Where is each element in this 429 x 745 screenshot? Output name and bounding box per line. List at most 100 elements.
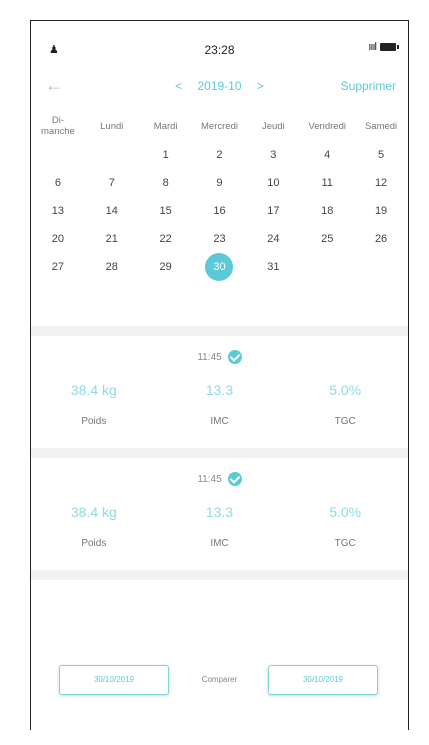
weekday-label: Vendredi xyxy=(308,120,346,132)
fat-value: 5.0% xyxy=(329,382,362,398)
bmi-metric: 13.3 IMC xyxy=(157,504,283,549)
weight-metric: 38.4 kg Poids xyxy=(31,382,157,427)
entry-time: 11:45 xyxy=(197,473,222,485)
fat-metric: 5.0% TGC xyxy=(282,504,408,549)
weekday-header: Di- manche Lundi Mardi Mercredi Jeudi Ve… xyxy=(31,111,408,141)
bmi-value: 13.3 xyxy=(205,382,234,398)
calendar-day[interactable]: 3 xyxy=(246,141,300,169)
calendar-week-row: 20 21 22 23 24 25 26 xyxy=(31,225,408,253)
prev-month-button[interactable]: < xyxy=(175,79,182,93)
day-number: 13 xyxy=(51,205,65,217)
day-number: 19 xyxy=(374,205,388,217)
measurement-entry[interactable]: 11:45 38.4 kg Poids 13.3 IMC 5.0% TGC xyxy=(31,458,408,568)
calendar-day[interactable]: 31 xyxy=(246,253,300,281)
top-nav: ← < 2019-10 > Supprimer xyxy=(31,71,408,99)
calendar-day[interactable]: 4 xyxy=(300,141,354,169)
weight-value: 38.4 kg xyxy=(70,382,117,398)
day-number: 21 xyxy=(105,233,118,245)
day-number: 22 xyxy=(159,233,172,245)
day-number: 28 xyxy=(105,261,118,273)
entry-time-row: 11:45 xyxy=(31,350,408,364)
calendar-empty-cell xyxy=(31,141,85,169)
calendar-day[interactable]: 28 xyxy=(85,253,139,281)
calendar-day[interactable]: 6 xyxy=(31,169,85,197)
day-number: 25 xyxy=(321,233,334,245)
day-number: 3 xyxy=(270,149,277,161)
fat-value: 5.0% xyxy=(329,504,362,520)
selected-day: 30 xyxy=(205,253,234,281)
calendar-day[interactable]: 22 xyxy=(139,225,193,253)
calendar-day[interactable]: 15 xyxy=(139,197,193,225)
day-number: 2 xyxy=(216,149,223,161)
weekday-label: Di- manche xyxy=(41,115,75,137)
divider xyxy=(31,326,408,336)
calendar-day[interactable]: 23 xyxy=(193,225,247,253)
measurement-entry[interactable]: 11:45 38.4 kg Poids 13.3 IMC 5.0% TGC xyxy=(31,336,408,446)
bmi-value: 13.3 xyxy=(205,504,234,520)
calendar-day[interactable]: 14 xyxy=(85,197,139,225)
calendar-day[interactable]: 20 xyxy=(31,225,85,253)
calendar-day[interactable]: 21 xyxy=(85,225,139,253)
day-number: 29 xyxy=(159,261,172,273)
calendar-day[interactable]: 27 xyxy=(31,253,85,281)
calendar-day[interactable]: 17 xyxy=(246,197,300,225)
day-number: 4 xyxy=(324,149,331,161)
entry-metrics: 38.4 kg Poids 13.3 IMC 5.0% TGC xyxy=(31,382,408,427)
calendar-day[interactable]: 9 xyxy=(193,169,247,197)
calendar-day[interactable]: 11 xyxy=(300,169,354,197)
status-icons: ıııl xyxy=(368,41,399,53)
check-icon xyxy=(227,472,242,486)
divider xyxy=(31,448,408,458)
calendar-day[interactable]: 1 xyxy=(139,141,193,169)
compare-bar: 30/10/2019 Comparer 30/10/2019 xyxy=(31,665,408,705)
day-number: 8 xyxy=(162,177,169,189)
calendar-day[interactable]: 29 xyxy=(139,253,193,281)
calendar-day[interactable]: 24 xyxy=(246,225,300,253)
delete-button[interactable]: Supprimer xyxy=(341,79,396,93)
status-bar: ♟ 23:28 ıııl xyxy=(31,21,408,61)
calendar-day[interactable]: 5 xyxy=(354,141,408,169)
day-number: 24 xyxy=(267,233,280,245)
compare-to-date-button[interactable]: 30/10/2019 xyxy=(268,665,378,695)
weekday-label: Jeudi xyxy=(261,120,285,132)
weight-label: Poids xyxy=(81,416,107,427)
weight-value: 38.4 kg xyxy=(70,504,117,520)
calendar-grid: 1 2 3 4 5 6 7 8 9 10 11 12 13 14 15 16 17 18 19 20 21 22 23 24 2… xyxy=(31,141,408,281)
calendar-empty-cell xyxy=(85,141,139,169)
bmi-metric: 13.3 IMC xyxy=(157,382,283,427)
calendar-day[interactable]: 12 xyxy=(354,169,408,197)
calendar-day[interactable]: 19 xyxy=(354,197,408,225)
weight-label: Poids xyxy=(81,538,107,549)
calendar-day[interactable]: 25 xyxy=(300,225,354,253)
divider xyxy=(31,570,408,580)
day-number: 26 xyxy=(374,233,388,245)
next-month-button[interactable]: > xyxy=(257,79,264,93)
day-number: 31 xyxy=(267,261,280,273)
calendar-day[interactable]: 8 xyxy=(139,169,193,197)
calendar-day[interactable]: 10 xyxy=(246,169,300,197)
status-time: 23:28 xyxy=(204,43,235,57)
day-number: 9 xyxy=(216,177,223,189)
day-number: 15 xyxy=(159,205,172,217)
day-number: 17 xyxy=(267,205,280,217)
entry-time: 11:45 xyxy=(197,351,222,363)
calendar-day[interactable]: 7 xyxy=(85,169,139,197)
entry-time-row: 11:45 xyxy=(31,472,408,486)
day-number: 12 xyxy=(374,177,388,189)
app-frame: ♟ 23:28 ıııl ← < 2019-10 > Supprimer Di-… xyxy=(30,20,409,730)
calendar-day[interactable]: 13 xyxy=(31,197,85,225)
calendar-day[interactable]: 2 xyxy=(193,141,247,169)
day-number: 23 xyxy=(213,233,226,245)
weekday-label: Mardi xyxy=(153,120,178,132)
day-number: 5 xyxy=(378,149,385,161)
day-number: 1 xyxy=(162,149,169,161)
calendar: Di- manche Lundi Mardi Mercredi Jeudi Ve… xyxy=(31,111,408,281)
calendar-day[interactable]: 18 xyxy=(300,197,354,225)
day-number: 20 xyxy=(51,233,65,245)
bmi-label: IMC xyxy=(210,538,229,549)
calendar-day[interactable]: 30 xyxy=(193,253,247,281)
entry-metrics: 38.4 kg Poids 13.3 IMC 5.0% TGC xyxy=(31,504,408,549)
calendar-day[interactable]: 26 xyxy=(354,225,408,253)
battery-icon xyxy=(380,43,399,51)
calendar-day[interactable]: 16 xyxy=(193,197,247,225)
